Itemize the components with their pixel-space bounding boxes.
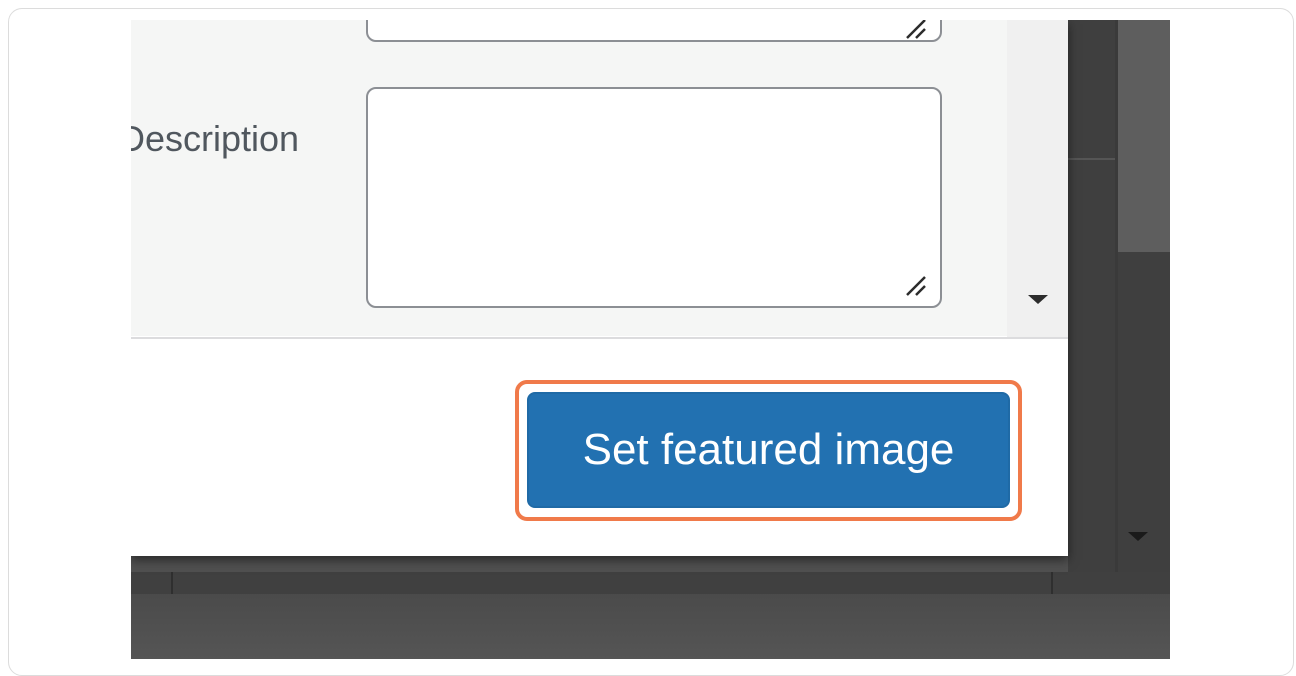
backdrop-divider	[1068, 158, 1115, 160]
resize-grip-icon[interactable]	[903, 273, 929, 299]
app-viewport: Description Set featured image	[131, 20, 1170, 659]
backdrop-separator	[171, 572, 173, 594]
set-featured-image-button[interactable]: Set featured image	[527, 392, 1010, 508]
description-label: Description	[131, 118, 300, 159]
previous-textarea[interactable]	[366, 20, 942, 42]
modal-scrollbar[interactable]	[1007, 20, 1068, 338]
chevron-down-icon[interactable]	[1028, 295, 1048, 304]
description-textarea[interactable]	[366, 87, 942, 308]
attachment-details-panel: Description	[131, 20, 1007, 336]
resize-grip-icon[interactable]	[903, 20, 929, 42]
backdrop-separator	[1051, 572, 1053, 594]
chevron-down-icon[interactable]	[1128, 532, 1148, 541]
backdrop-scrollbar-thumb[interactable]	[1118, 20, 1170, 252]
toolbar-divider	[131, 337, 1068, 339]
backdrop-footer-bar	[131, 572, 1170, 594]
media-modal: Description Set featured image	[131, 20, 1068, 556]
